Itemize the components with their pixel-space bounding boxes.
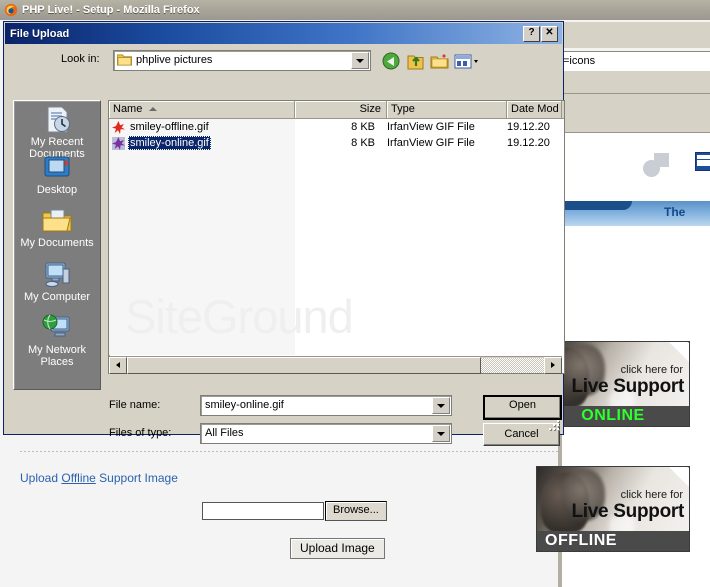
browser-titlebar: PHP Live! - Setup - Mozilla Firefox bbox=[0, 0, 710, 20]
scrollbar-thumb[interactable] bbox=[127, 356, 481, 374]
place-my-recent-documents[interactable]: My Recent Documents bbox=[14, 105, 100, 160]
firefox-logo-icon bbox=[4, 3, 18, 17]
file-list-watermark: SiteGround bbox=[125, 290, 354, 343]
column-label-date: Date Mod bbox=[511, 103, 559, 115]
file-list[interactable]: Name Size Type Date Mod SiteGround smile… bbox=[108, 100, 565, 374]
filename-input[interactable]: smiley-online.gif bbox=[200, 395, 452, 416]
my-computer-icon bbox=[45, 262, 70, 287]
column-header-name[interactable]: Name bbox=[109, 101, 295, 118]
filetype-dropdown[interactable]: All Files bbox=[200, 423, 452, 444]
column-label-size: Size bbox=[359, 103, 381, 115]
file-name: smiley-online.gif bbox=[128, 136, 211, 150]
heading-offline-link[interactable]: Offline bbox=[61, 471, 95, 485]
column-header-date[interactable]: Date Mod bbox=[507, 101, 562, 118]
recent-documents-icon bbox=[47, 106, 70, 133]
file-type: IrfanView GIF File bbox=[387, 137, 475, 149]
scroll-right-button[interactable] bbox=[544, 356, 562, 374]
desktop-icon bbox=[44, 156, 70, 177]
file-list-body[interactable]: SiteGround smiley-offline.gif 8 KB Irfan… bbox=[109, 119, 564, 355]
place-my-computer[interactable]: My Computer bbox=[14, 260, 100, 303]
column-label-name: Name bbox=[113, 103, 143, 115]
page-tabs-strip bbox=[562, 94, 710, 133]
file-size: 8 KB bbox=[351, 121, 375, 133]
heading-prefix: Upload bbox=[20, 471, 62, 485]
banner-clickfor-online: click here for bbox=[620, 364, 683, 376]
page-decor-circle-icon bbox=[643, 160, 660, 177]
file-size: 8 KB bbox=[351, 137, 375, 149]
lookin-value: phplive pictures bbox=[136, 54, 213, 66]
filetype-value: All Files bbox=[205, 427, 244, 439]
file-upload-dialog: File Upload ? ✕ Look in: phplive picture… bbox=[3, 21, 565, 446]
live-support-banner-offline[interactable]: click here for Live Support OFFLINE bbox=[536, 466, 690, 552]
banner-clickfor-offline: click here for bbox=[620, 489, 683, 501]
dialog-title: File Upload bbox=[10, 27, 70, 40]
address-bar[interactable]: =icons bbox=[562, 51, 710, 72]
page-blue-band: The bbox=[562, 201, 710, 226]
place-label: My Documents bbox=[20, 237, 94, 249]
network-places-icon bbox=[42, 314, 70, 337]
lookin-label: Look in: bbox=[61, 53, 100, 65]
filetype-label: Files of type: bbox=[109, 427, 172, 439]
chevron-down-icon[interactable] bbox=[432, 397, 450, 414]
table-row[interactable]: smiley-online.gif 8 KB IrfanView GIF Fil… bbox=[109, 135, 564, 151]
upload-image-button[interactable]: Upload Image bbox=[290, 538, 385, 559]
column-label-type: Type bbox=[391, 103, 415, 115]
open-button[interactable]: Open bbox=[483, 395, 562, 420]
banner-corner-fold bbox=[668, 342, 689, 363]
place-label: My Computer bbox=[23, 291, 91, 303]
lookin-row: Look in: phplive pictures bbox=[5, 47, 562, 75]
bookmarks-toolbar bbox=[562, 71, 710, 94]
page-band-text: The bbox=[664, 205, 686, 219]
places-bar: My Recent Documents Desktop My Documents bbox=[13, 100, 101, 390]
page-band-accent bbox=[562, 201, 632, 210]
calendar-icon bbox=[695, 152, 710, 171]
place-label: Desktop bbox=[36, 184, 78, 196]
banner-title-offline: Live Support bbox=[571, 501, 684, 522]
banner-corner-fold-offline bbox=[668, 467, 689, 488]
file-list-header: Name Size Type Date Mod bbox=[109, 101, 564, 119]
chevron-down-icon[interactable] bbox=[432, 425, 450, 442]
close-icon[interactable]: ✕ bbox=[541, 26, 558, 42]
horizontal-scrollbar[interactable] bbox=[109, 356, 562, 374]
lookin-dropdown[interactable]: phplive pictures bbox=[113, 50, 371, 71]
file-date: 19.12.20 bbox=[507, 121, 550, 133]
browser-navigation-toolbar bbox=[562, 22, 710, 48]
resize-grip[interactable] bbox=[548, 419, 560, 431]
my-documents-icon bbox=[42, 209, 72, 232]
sort-ascending-icon bbox=[149, 107, 157, 111]
filename-label: File name: bbox=[109, 399, 161, 411]
column-header-type[interactable]: Type bbox=[387, 101, 507, 118]
place-my-network-places[interactable]: My Network Places bbox=[14, 313, 100, 368]
heading-suffix: Support Image bbox=[95, 471, 178, 485]
new-folder-icon[interactable] bbox=[430, 52, 450, 71]
folder-icon bbox=[117, 54, 132, 66]
file-name: smiley-offline.gif bbox=[130, 121, 209, 133]
upload-offline-heading: Upload Offline Support Image bbox=[20, 471, 178, 485]
views-icon[interactable] bbox=[454, 52, 480, 71]
place-desktop[interactable]: Desktop bbox=[14, 153, 100, 196]
dialog-titlebar[interactable]: File Upload ? ✕ bbox=[5, 23, 562, 44]
section-divider bbox=[20, 451, 558, 452]
column-header-size[interactable]: Size bbox=[295, 101, 387, 118]
scrollbar-track[interactable] bbox=[481, 357, 544, 373]
status-badge-offline: OFFLINE bbox=[545, 532, 617, 549]
table-row[interactable]: smiley-offline.gif 8 KB IrfanView GIF Fi… bbox=[109, 119, 564, 135]
browser-window-title: PHP Live! - Setup - Mozilla Firefox bbox=[22, 4, 200, 16]
gif-file-icon bbox=[112, 136, 125, 150]
file-date: 19.12.20 bbox=[507, 137, 550, 149]
place-my-documents[interactable]: My Documents bbox=[14, 206, 100, 249]
up-one-level-icon[interactable] bbox=[406, 52, 426, 71]
gif-file-icon bbox=[112, 120, 125, 134]
chevron-down-icon[interactable] bbox=[351, 52, 369, 69]
place-label: My Network Places bbox=[27, 344, 87, 368]
file-type: IrfanView GIF File bbox=[387, 121, 475, 133]
banner-title-online: Live Support bbox=[571, 376, 684, 397]
scroll-left-button[interactable] bbox=[109, 356, 127, 374]
offline-file-input[interactable] bbox=[202, 502, 324, 520]
back-icon[interactable] bbox=[382, 52, 402, 71]
browse-button[interactable]: Browse... bbox=[325, 501, 387, 521]
help-button[interactable]: ? bbox=[523, 26, 540, 42]
filename-value: smiley-online.gif bbox=[205, 399, 284, 411]
offline-file-input-row: Browse... bbox=[202, 501, 387, 521]
